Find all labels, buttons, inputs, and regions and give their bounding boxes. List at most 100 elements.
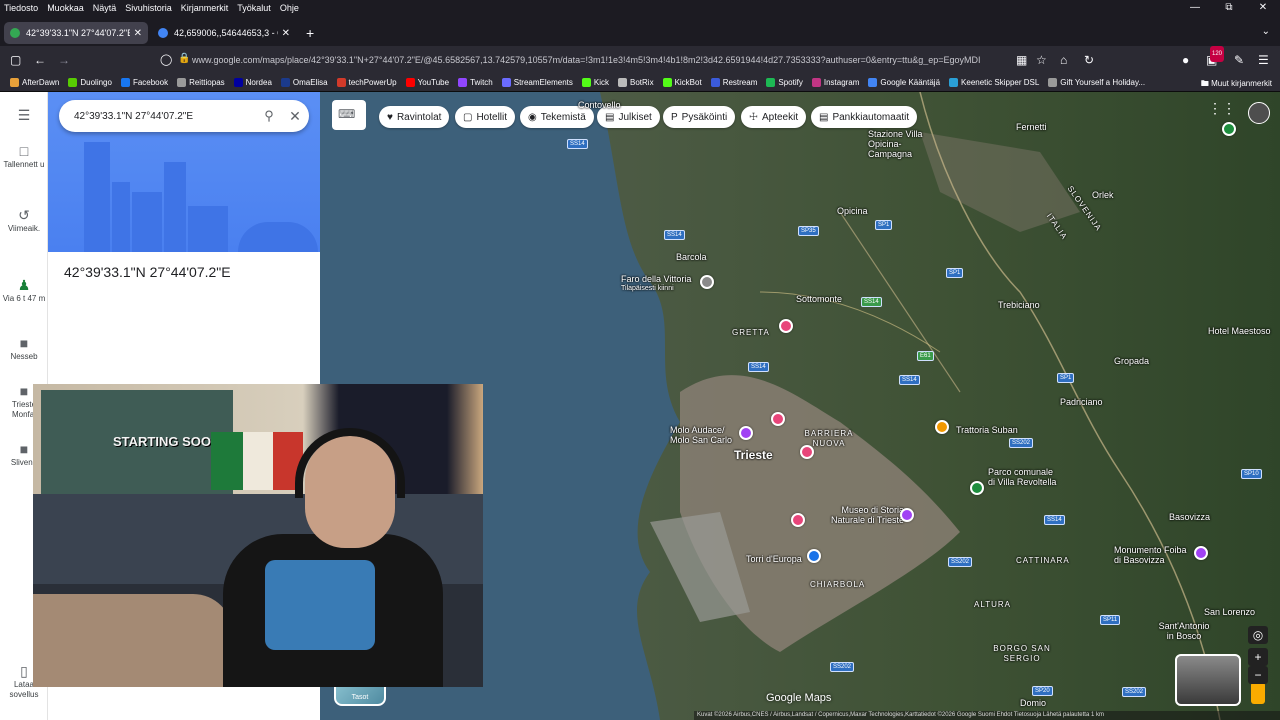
map-label[interactable]: Padriciano: [1060, 397, 1103, 407]
restore-icon[interactable]: ⧉: [1212, 0, 1246, 16]
my-location-icon[interactable]: ◎: [1248, 626, 1268, 644]
search-box[interactable]: 42°39'33.1"N 27°44'07.2"E ⚲ ✕: [59, 100, 309, 132]
pegman-icon[interactable]: [1251, 682, 1265, 704]
map-label[interactable]: San Lorenzo: [1204, 607, 1255, 617]
shopping-pin-icon[interactable]: [771, 412, 785, 426]
bookmark-youtube[interactable]: YouTube: [405, 78, 449, 87]
bookmark-restream[interactable]: Restream: [710, 78, 757, 87]
minimize-icon[interactable]: —: [1178, 0, 1212, 16]
map-label[interactable]: Sant'Antonio in Bosco: [1154, 621, 1214, 641]
keyboard-shortcuts-button[interactable]: ⌨: [332, 100, 366, 130]
chip-atms[interactable]: ▤ Pankkiautomaatit: [811, 106, 918, 128]
museum-pin-icon[interactable]: [900, 508, 914, 522]
chip-hotels[interactable]: ▢ Hotellit: [455, 106, 516, 128]
close-window-icon[interactable]: ✕: [1246, 0, 1280, 16]
attribution-bar[interactable]: Kuvat ©2026 Airbus,CNES / Airbus,Landsat…: [694, 711, 1280, 720]
menu-history[interactable]: Sivuhistoria: [125, 3, 172, 13]
menu-bookmarks[interactable]: Kirjanmerkit: [181, 3, 229, 13]
menu-help[interactable]: Ohje: [280, 3, 299, 13]
bookmark-techpowerup[interactable]: techPowerUp: [336, 78, 397, 87]
map-label[interactable]: Opicina: [837, 206, 868, 216]
bookmark-kickbot[interactable]: KickBot: [662, 78, 702, 87]
close-tab-icon[interactable]: ✕: [282, 28, 290, 39]
map-label[interactable]: Sottomonte: [796, 294, 842, 304]
bookmark-omaelisa[interactable]: OmaElisa: [280, 78, 328, 87]
star-icon[interactable]: ☆: [1036, 52, 1047, 68]
bookmark-gift-holiday[interactable]: Gift Yourself a Holiday...: [1048, 78, 1145, 87]
apps-grid-icon[interactable]: ⋮⋮: [1208, 100, 1236, 117]
map-label[interactable]: Contovello: [578, 100, 621, 110]
menu-edit[interactable]: Muokkaa: [47, 3, 84, 13]
map-label[interactable]: Molo Audace/ Molo San Carlo: [670, 425, 740, 445]
back-icon[interactable]: ←: [34, 52, 46, 68]
reload-icon[interactable]: ↻: [1084, 52, 1094, 68]
map-label[interactable]: Tilapäisesti kiinni: [621, 285, 674, 292]
bookmark-spotify[interactable]: Spotify: [766, 78, 803, 87]
search-input[interactable]: 42°39'33.1"N 27°44'07.2"E: [74, 111, 257, 122]
landmark-pin-icon[interactable]: [700, 275, 714, 289]
map-label[interactable]: BORGO SAN SERGIO: [992, 644, 1052, 664]
tab-maps-coordinates[interactable]: 42°39'33.1"N 27°44'07.2"E – Go ✕: [4, 22, 148, 44]
bookmark-nordea[interactable]: Nordea: [233, 78, 272, 87]
park-pin-icon[interactable]: [970, 481, 984, 495]
bookmark-streamelements[interactable]: StreamElements: [501, 78, 573, 87]
map-label[interactable]: Stazione Villa Opicina-Campagna: [868, 129, 938, 159]
chip-restaurants[interactable]: ♥ Ravintolat: [379, 106, 450, 128]
map-label[interactable]: Gropada: [1114, 356, 1149, 366]
map-label[interactable]: Monumento Foiba di Basovizza: [1114, 545, 1194, 565]
chip-pharmacies[interactable]: ☩ Apteekit: [741, 106, 807, 128]
bookmark-facebook[interactable]: Facebook: [120, 78, 168, 87]
street-view-preview[interactable]: [1175, 654, 1241, 706]
map-label-city[interactable]: Trieste: [734, 448, 773, 462]
menu-tools[interactable]: Työkalut: [237, 3, 271, 13]
shield-icon[interactable]: ◯: [160, 53, 172, 66]
map-label[interactable]: GRETTA: [732, 328, 770, 337]
map-label[interactable]: Trattoria Suban: [956, 425, 1018, 435]
rail-recent[interactable]: ↺ Viimeaik.: [0, 208, 48, 234]
menu-view[interactable]: Näytä: [93, 3, 117, 13]
map-label[interactable]: Trebiciano: [998, 300, 1040, 310]
map-label[interactable]: Orlek: [1092, 190, 1114, 200]
map-label[interactable]: CHIARBOLA: [810, 580, 865, 589]
close-icon[interactable]: ✕: [281, 108, 309, 125]
bookmark-instagram[interactable]: Instagram: [811, 78, 859, 87]
bookmark-reittiopas[interactable]: Reittiopas: [177, 78, 225, 87]
menu-file[interactable]: Tiedosto: [4, 3, 38, 13]
app-menu-icon[interactable]: ☰: [1258, 52, 1269, 68]
rail-recent-nesseb[interactable]: ■ Nesseb: [0, 336, 48, 362]
shopping-pin-icon[interactable]: [779, 319, 793, 333]
zoom-in-button[interactable]: +: [1248, 648, 1268, 666]
bookmark-keenetic[interactable]: Keenetic Skipper DSL: [949, 78, 1039, 87]
map-label[interactable]: Parco comunale di Villa Revoltella: [988, 467, 1058, 487]
rail-saved[interactable]: □ Tallennett u: [0, 144, 48, 170]
avatar[interactable]: [1248, 102, 1270, 124]
bookmark-google-translate[interactable]: Google Kääntäjä: [868, 78, 940, 87]
reader-icon[interactable]: ▦: [1016, 52, 1027, 68]
map-label[interactable]: Barcola: [676, 252, 707, 262]
map-label[interactable]: Domio: [1020, 698, 1046, 708]
menu-button[interactable]: ☰: [0, 108, 48, 124]
shopping-mall-pin-icon[interactable]: [807, 549, 821, 563]
address-bar[interactable]: ◯ 🔒 www.google.com/maps/place/42°39'33.1…: [150, 49, 1020, 71]
map-label[interactable]: ALTURA: [974, 600, 1011, 609]
map-label[interactable]: Museo di Storia Naturale di Trieste: [824, 505, 904, 525]
extension-badge-icon[interactable]: ▣120: [1206, 46, 1225, 68]
chip-parking[interactable]: P Pysäköinti: [663, 106, 736, 128]
map-label[interactable]: Faro della Vittoria: [621, 274, 691, 284]
bookmark-afterdawn[interactable]: AfterDawn: [10, 78, 59, 87]
museum-pin-icon[interactable]: [1222, 122, 1236, 136]
account-icon[interactable]: ●: [1182, 52, 1189, 68]
map-label[interactable]: Fernetti: [1016, 122, 1047, 132]
close-tab-icon[interactable]: ✕: [134, 28, 142, 39]
extensions-icon[interactable]: ✎: [1234, 52, 1244, 68]
shopping-pin-icon[interactable]: [800, 445, 814, 459]
lock-icon[interactable]: 🔒: [178, 53, 190, 64]
map-label[interactable]: CATTINARA: [1016, 556, 1070, 565]
bookmark-duolingo[interactable]: Duolingo: [68, 78, 112, 87]
url-text[interactable]: www.google.com/maps/place/42°39'33.1"N+2…: [192, 55, 1002, 65]
bookmark-twitch[interactable]: Twitch: [458, 78, 493, 87]
map-label[interactable]: Torri d'Europa: [746, 554, 802, 564]
other-bookmarks[interactable]: 🖿 Muut kirjanmerkit: [1201, 78, 1272, 92]
bookmark-botrix[interactable]: BotRix: [618, 78, 654, 87]
tab-list-icon[interactable]: ⌄: [1262, 26, 1270, 37]
